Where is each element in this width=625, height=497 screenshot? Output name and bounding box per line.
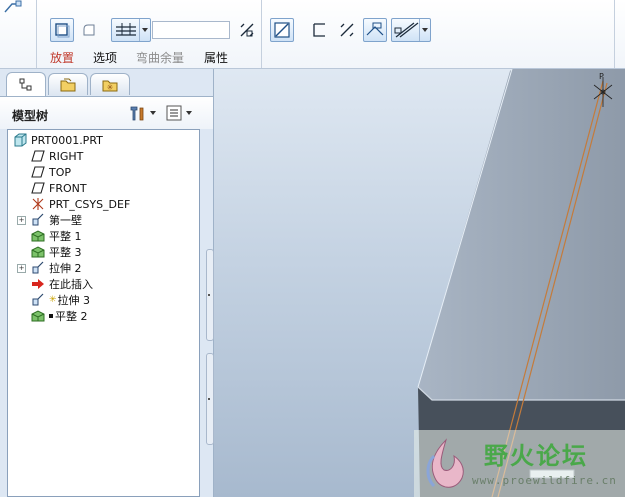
- tools-icon: [130, 106, 144, 121]
- feature-dashboard: 放置 选项 弯曲余量 属性: [0, 0, 625, 69]
- favorites-icon: ✳: [102, 80, 118, 92]
- flip-thickness-button[interactable]: [235, 18, 259, 42]
- tree-item-insert-here[interactable]: 在此插入: [30, 276, 93, 292]
- insert-here-arrow-icon: [30, 277, 46, 291]
- extrude-icon: [30, 293, 46, 307]
- tree-item-label: FRONT: [49, 181, 87, 195]
- tree-show-button[interactable]: [166, 104, 192, 122]
- model-tree-header: 模型树: [0, 96, 213, 129]
- model-tree: PRT0001.PRT RIGHT TOP FRONT PRT_CSYS_DEF…: [7, 129, 200, 497]
- tree-item-label: TOP: [49, 165, 72, 179]
- tree-item-label: 拉伸 3: [57, 294, 91, 307]
- sheetmetal-corner-icon: [4, 0, 22, 13]
- rectangle-profile-button[interactable]: [307, 18, 331, 42]
- tab-bend-allowance: 弯曲余量: [136, 51, 185, 65]
- tree-item-label: PRT_CSYS_DEF: [49, 197, 131, 211]
- flat-wall-icon: [30, 229, 46, 243]
- flat-wall-icon: [30, 309, 46, 323]
- toolbar-separator: [261, 0, 262, 68]
- part-icon: [12, 133, 28, 147]
- cut-button[interactable]: [77, 18, 101, 42]
- extrude-icon: [30, 261, 46, 275]
- tree-item-flat-3[interactable]: 平整 3: [30, 244, 82, 260]
- rectangle-profile-icon: [313, 23, 325, 37]
- tree-item-extrude-2[interactable]: 拉伸 2: [30, 260, 82, 276]
- expand-toggle[interactable]: +: [17, 264, 26, 273]
- watermark-url: www.proewildfire.cn: [472, 474, 617, 487]
- flip-thickness-icon: [240, 23, 254, 37]
- tree-item-datum-right[interactable]: RIGHT: [30, 148, 83, 164]
- suppressed-marker-icon: [49, 314, 53, 318]
- flame-logo-icon: [426, 438, 464, 488]
- tree-settings-button[interactable]: [128, 104, 156, 122]
- tab-folder-browser[interactable]: [48, 73, 88, 95]
- watermark-title: 野火论坛: [484, 442, 588, 470]
- thickness-line-icon: [116, 23, 136, 36]
- dropdown-arrow-icon: [186, 111, 192, 115]
- tree-item-datum-front[interactable]: FRONT: [30, 180, 87, 196]
- tree-item-label: 拉伸 2: [49, 262, 82, 275]
- cut-icon: [83, 24, 95, 36]
- expand-toggle[interactable]: +: [17, 216, 26, 225]
- dashboard-left-border: [36, 0, 37, 68]
- svg-text:✳: ✳: [107, 83, 114, 92]
- tree-item-part[interactable]: PRT0001.PRT: [12, 132, 103, 148]
- tab-options[interactable]: 选项: [93, 49, 117, 66]
- tree-item-flat-1[interactable]: 平整 1: [30, 228, 82, 244]
- panel-splitter-handle[interactable]: [206, 249, 214, 341]
- watermark: 野火论坛 www.proewildfire.cn: [414, 430, 625, 497]
- dashboard-right-border: [614, 0, 615, 68]
- tab-placement[interactable]: 放置: [50, 49, 74, 66]
- tree-item-label: 平整 2: [55, 310, 88, 323]
- sheetmetal-wall-icon: [55, 23, 70, 38]
- datum-plane-icon: [30, 165, 46, 179]
- tree-item-label: RIGHT: [49, 149, 84, 163]
- model-tree-title: 模型树: [12, 109, 49, 123]
- relief-icon: [366, 22, 384, 36]
- dropdown-arrow-icon: [150, 111, 156, 115]
- flip-direction-button[interactable]: [335, 18, 359, 42]
- plane-datum-button[interactable]: [270, 18, 294, 42]
- csys-label: P: [599, 72, 604, 81]
- folder-browser-icon: [60, 78, 76, 91]
- plane-datum-icon: [274, 22, 290, 38]
- tree-item-label: 在此插入: [49, 278, 93, 291]
- navigator-panel: ✳ 模型树 PRT0001.PRT RIGHT TOP FRONT PRT_CS…: [0, 69, 214, 497]
- relief-button[interactable]: [363, 18, 387, 42]
- list-view-icon: [166, 105, 182, 121]
- flat-wall-icon: [30, 245, 46, 259]
- tab-model-tree[interactable]: [6, 72, 46, 96]
- suppressed-marker-icon: ✳: [49, 295, 57, 305]
- bend-relief-dropdown[interactable]: [391, 18, 431, 42]
- dropdown-arrow-icon: [419, 19, 430, 41]
- datum-plane-icon: [30, 149, 46, 163]
- dropdown-arrow-icon: [139, 19, 150, 41]
- tree-item-label: 第一壁: [49, 214, 82, 227]
- tree-item-csys[interactable]: PRT_CSYS_DEF: [30, 196, 130, 212]
- tab-favorites[interactable]: ✳: [90, 73, 130, 95]
- tree-item-first-wall[interactable]: 第一壁: [30, 212, 82, 228]
- tree-item-extrude-3[interactable]: ✳ 拉伸 3: [30, 292, 90, 308]
- panel-splitter-handle[interactable]: [206, 353, 214, 445]
- tab-properties[interactable]: 属性: [204, 49, 228, 66]
- flip-direction-icon: [340, 23, 354, 37]
- tree-item-label: PRT0001.PRT: [31, 133, 103, 147]
- bend-relief-icon: [394, 22, 419, 38]
- thickness-side-dropdown[interactable]: [111, 18, 151, 42]
- model-tree-icon: [19, 78, 32, 90]
- tree-item-label: 平整 3: [49, 246, 82, 259]
- sheetmetal-wall-button[interactable]: [50, 18, 74, 42]
- csys-icon: [30, 197, 46, 211]
- thickness-input[interactable]: [152, 21, 230, 39]
- first-wall-icon: [30, 213, 46, 227]
- sheet-face: [418, 69, 625, 400]
- datum-plane-icon: [30, 181, 46, 195]
- tree-item-label: 平整 1: [49, 230, 82, 243]
- tree-item-flat-2[interactable]: 平整 2: [30, 308, 88, 324]
- tree-item-datum-top[interactable]: TOP: [30, 164, 71, 180]
